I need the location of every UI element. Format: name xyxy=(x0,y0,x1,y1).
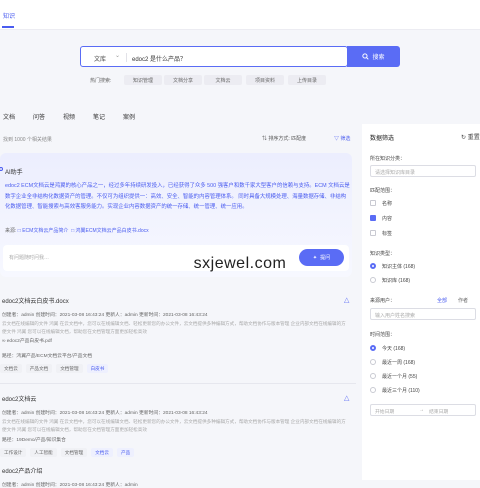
share-icon[interactable]: △ xyxy=(344,296,349,304)
tab-knowledge[interactable]: 知识 xyxy=(3,11,15,20)
search-box[interactable]: 文库 ⌄ edoc2 是什么产品？ xyxy=(80,46,348,67)
sort-label: 排序方式: 匹配度 xyxy=(268,136,307,142)
result-snippet: 云文档在线编辑的文件 鸿翼 在云文档中，您可以在线编辑文档、轻松更新您的办公文件… xyxy=(2,419,346,432)
tag[interactable]: 白皮书 xyxy=(86,364,109,373)
checkbox-content[interactable] xyxy=(370,215,376,221)
radio-knowledge-base[interactable] xyxy=(370,277,376,283)
filter-panel: 数据筛选 ↻ 重置 所在知识分类： 请选择知识库目录 匹配范围： 名称 内容 标… xyxy=(362,124,480,480)
result-title[interactable]: edoc2文档云 xyxy=(2,394,36,403)
radio-three-months[interactable] xyxy=(370,387,376,393)
hot-chip[interactable]: 文档云 xyxy=(204,75,242,85)
date-range[interactable]: 开始日期 → 结束日期 xyxy=(370,404,476,416)
source-link[interactable]: 鸿翼ECM文档云产品白皮书.docx xyxy=(76,228,149,234)
tag[interactable]: 文档管理 xyxy=(56,364,83,373)
tab-docs[interactable]: 文档 xyxy=(3,112,15,121)
option-label: 名称 xyxy=(382,201,393,207)
hot-chip[interactable]: 文档分享 xyxy=(164,75,202,85)
option-label: 内容 xyxy=(382,216,393,222)
result-snippet: 云文档在线编辑的文件 鸿翼 在云文档中，您可以在线编辑文档、轻松更新您的办公文件… xyxy=(2,321,346,334)
match-label: 匹配范围： xyxy=(370,188,396,194)
tag-list: 文档云 产品文档 文档管理 白皮书 xyxy=(0,364,109,373)
tag[interactable]: 人工智能 xyxy=(30,448,57,457)
tab-qa[interactable]: 问答 xyxy=(33,112,45,121)
divider xyxy=(0,383,356,384)
divider xyxy=(126,53,127,62)
ai-icon xyxy=(0,167,3,171)
tag[interactable]: 产品 xyxy=(116,448,135,457)
sort-select[interactable]: ⇅ 排序方式: 匹配度 xyxy=(262,135,306,142)
kb-select[interactable]: 请选择知识库目录 xyxy=(370,165,476,177)
radio-month[interactable] xyxy=(370,373,376,379)
user-label: 来源用户： xyxy=(370,298,396,304)
filter-title: 数据筛选 xyxy=(370,136,395,142)
tag[interactable]: 文档管理 xyxy=(60,448,88,457)
reset-button[interactable]: ↻ 重置 xyxy=(461,132,480,141)
option-label: 最近一周 (168) xyxy=(382,360,416,366)
ai-sources: 来源: □ ECM文档云产品简介 □ 鸿翼ECM文档云产品白皮书.docx xyxy=(5,227,149,234)
checkbox-tags[interactable] xyxy=(370,230,376,236)
tag[interactable]: 产品文档 xyxy=(25,364,53,373)
share-icon[interactable]: △ xyxy=(344,394,349,402)
hot-chip[interactable]: 知识管理 xyxy=(124,75,162,85)
filter-toggle[interactable]: ▽ 筛选 xyxy=(334,135,350,142)
result-meta: 创建者：admin 创建时间：2021-03-08 16:43:24 更新人：a… xyxy=(2,483,138,488)
option-label: 最近三个月 (110) xyxy=(382,388,420,394)
tab-cases[interactable]: 案例 xyxy=(123,112,135,121)
tag[interactable]: 工作设计 xyxy=(0,448,27,457)
option-label: 标签 xyxy=(382,231,393,237)
date-end[interactable]: 结束日期 xyxy=(429,408,448,415)
result-title[interactable]: edoc2产品介绍 xyxy=(2,466,42,475)
source-label: 来源: xyxy=(5,228,17,234)
search-input[interactable]: edoc2 是什么产品？ xyxy=(132,54,186,63)
user-search-input[interactable]: 输入用户姓名搜索 xyxy=(370,308,476,320)
search-scope-select[interactable]: 文库 xyxy=(94,54,106,63)
user-me-link[interactable]: 作者 xyxy=(458,297,468,304)
ai-answer: edoc2 ECM文档云是鸿翼的核心产品之一，经过多年持续研发投入，已经获得了众… xyxy=(5,183,350,210)
option-label: 今天 (168) xyxy=(382,346,406,352)
result-meta: 创建者：admin 创建时间：2021-03-08 16:43:24 更新人：a… xyxy=(2,313,208,318)
search-button-label: 搜索 xyxy=(372,55,385,61)
chevron-down-icon[interactable]: ⌄ xyxy=(115,52,120,59)
search-icon xyxy=(362,53,370,60)
hot-search-label: 热门搜索: xyxy=(90,78,112,84)
search-button[interactable]: 搜索 xyxy=(347,46,400,67)
top-nav: 知识 xyxy=(0,0,480,30)
result-path: 路径：鸿翼产品/ECM文档云平台/产品文档 xyxy=(2,354,93,359)
filter-label: 筛选 xyxy=(340,136,351,142)
ai-title: AI助手 xyxy=(5,170,23,176)
kb-label: 所在知识分类： xyxy=(370,156,406,162)
tab-video[interactable]: 视频 xyxy=(63,112,75,121)
result-path: 路径：19Demo/产品/知识集合 xyxy=(2,438,66,443)
hot-chip[interactable]: 上传目录 xyxy=(288,75,326,85)
source-link[interactable]: ECM文档云产品简介 xyxy=(22,228,68,234)
watermark: sxjewel.com xyxy=(193,255,287,272)
result-title[interactable]: edoc2文档云白皮书.docx xyxy=(2,296,69,305)
result-count: 找到 1000 个相关结果 xyxy=(3,137,52,143)
result-meta: 创建者：admin 创建时间：2021-03-08 16:43:24 更新人：a… xyxy=(2,411,208,416)
checkbox-name[interactable] xyxy=(370,200,376,206)
tab-notes[interactable]: 笔记 xyxy=(93,112,105,121)
radio-today[interactable] xyxy=(370,345,376,351)
hot-chip[interactable]: 项目资料 xyxy=(246,75,284,85)
tag-list: 工作设计 人工智能 文档管理 文档云 产品 xyxy=(0,448,135,457)
radio-week[interactable] xyxy=(370,359,376,365)
user-all-link[interactable]: 全部 xyxy=(437,297,447,304)
arrow-icon: → xyxy=(419,408,424,413)
tag[interactable]: 文档云 xyxy=(91,448,113,457)
refresh-icon: ↻ xyxy=(461,135,468,141)
active-tab-indicator xyxy=(2,26,14,28)
option-label: 知识库 (168) xyxy=(382,278,411,284)
date-start[interactable]: 开始日期 xyxy=(375,408,394,415)
time-label: 时间范围： xyxy=(370,332,396,338)
attachment-link[interactable]: ∞ edoc2产品白皮书.pdf xyxy=(2,337,52,344)
reset-label: 重置 xyxy=(467,135,480,141)
tag[interactable]: 文档云 xyxy=(0,364,22,373)
option-label: 最近一个月 (55) xyxy=(382,374,418,380)
attachment-name: edoc2产品白皮书.pdf xyxy=(6,339,52,344)
